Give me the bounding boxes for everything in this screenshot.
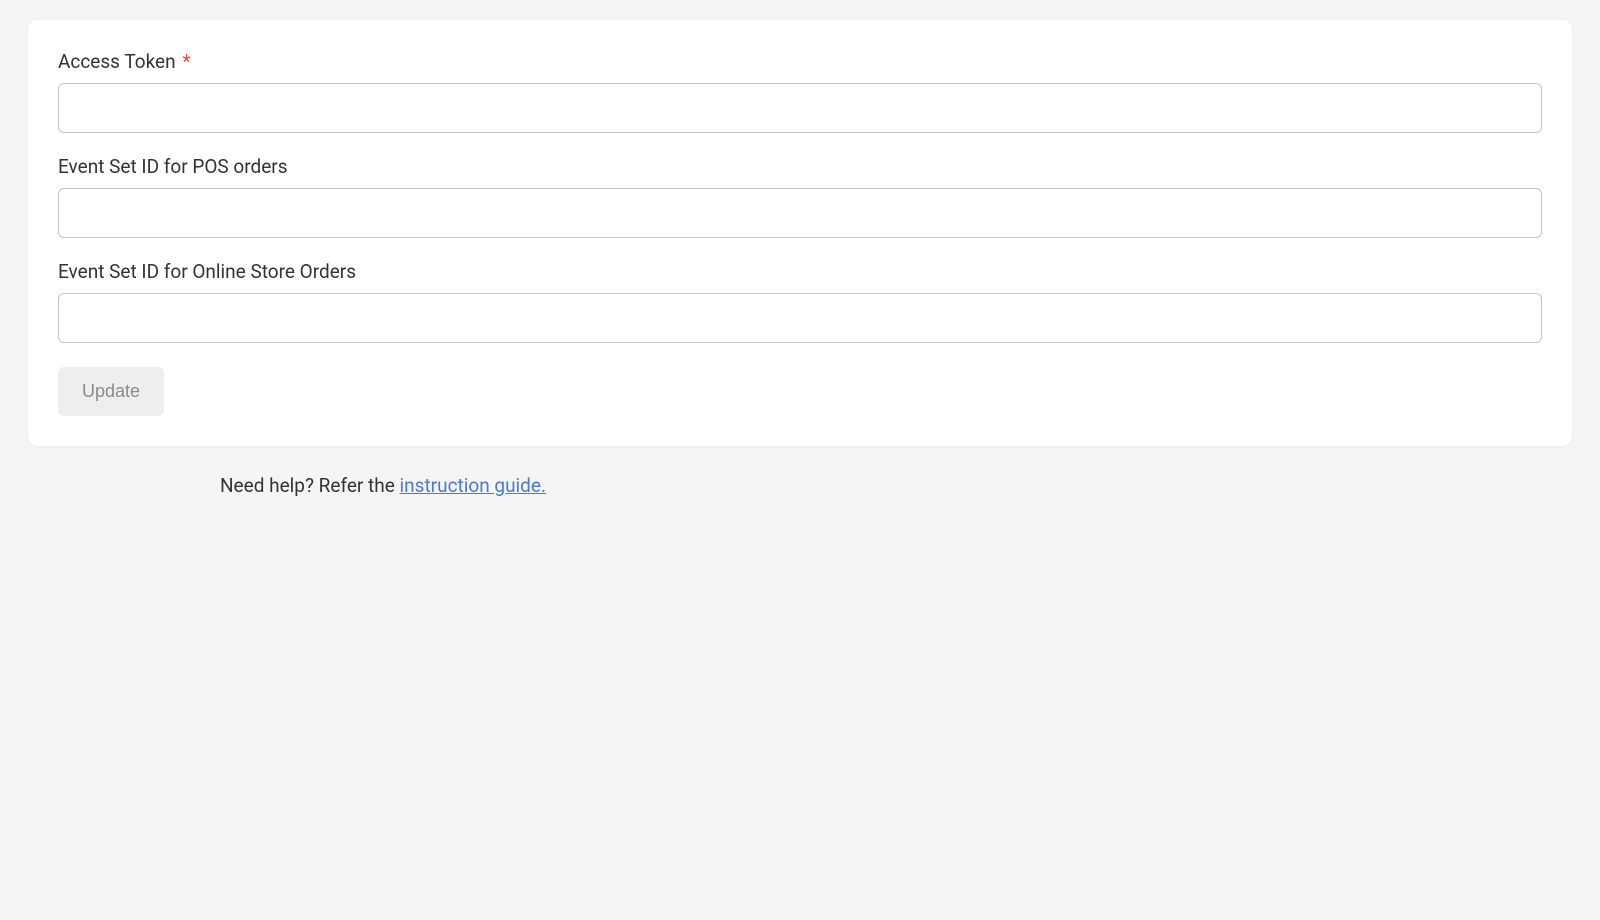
event-set-online-label: Event Set ID for Online Store Orders [58,260,1542,283]
help-prefix: Need help? Refer the [220,474,400,497]
access-token-group: Access Token * [58,50,1542,133]
help-text: Need help? Refer the instruction guide. [220,474,1600,497]
event-set-online-input[interactable] [58,293,1542,343]
settings-card: Access Token * Event Set ID for POS orde… [28,20,1572,446]
instruction-guide-link[interactable]: instruction guide. [400,474,546,497]
access-token-label-text: Access Token [58,50,176,73]
required-asterisk: * [182,50,190,73]
event-set-pos-label: Event Set ID for POS orders [58,155,1542,178]
event-set-online-group: Event Set ID for Online Store Orders [58,260,1542,343]
event-set-pos-group: Event Set ID for POS orders [58,155,1542,238]
update-button[interactable]: Update [58,367,164,416]
access-token-label: Access Token * [58,50,1542,73]
event-set-pos-input[interactable] [58,188,1542,238]
access-token-input[interactable] [58,83,1542,133]
